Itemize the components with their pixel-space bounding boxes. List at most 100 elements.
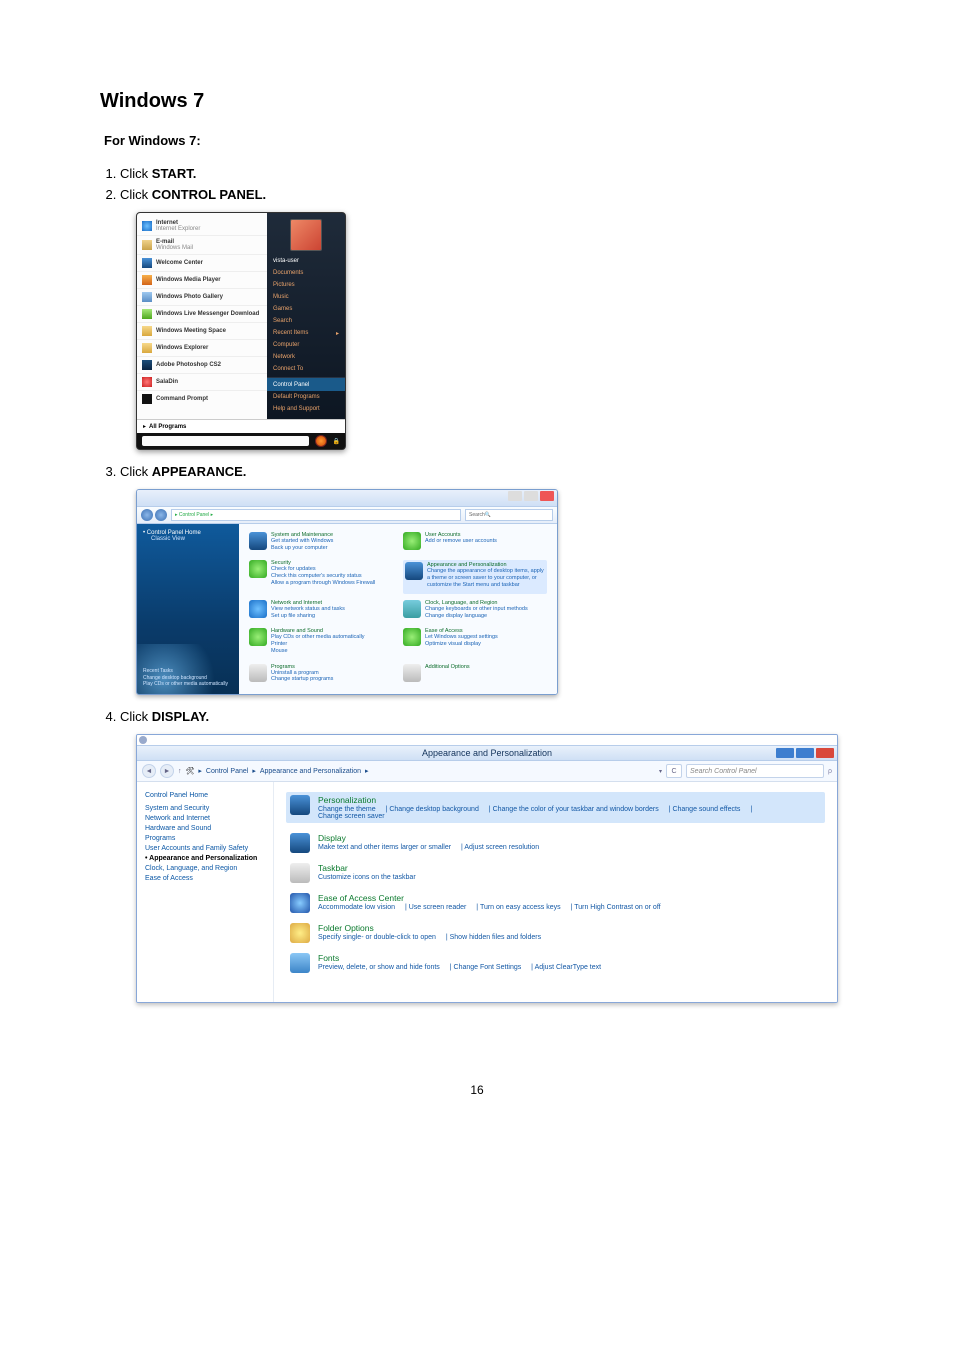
search-input[interactable]: Search 🔍 bbox=[465, 509, 553, 521]
ap-category[interactable]: Folder OptionsSpecify single- or double-… bbox=[290, 923, 821, 943]
breadcrumb-item[interactable]: Appearance and Personalization bbox=[260, 768, 361, 775]
search-input[interactable]: Search Control Panel bbox=[686, 764, 824, 778]
green-icon bbox=[249, 628, 267, 646]
step-4: Click DISPLAY. bbox=[120, 709, 854, 724]
ap-category[interactable]: Ease of Access CenterAccommodate low vis… bbox=[290, 893, 821, 913]
green-icon bbox=[249, 560, 267, 578]
nav-forward-icon[interactable]: ► bbox=[160, 764, 174, 778]
ap-category[interactable]: DisplayMake text and other items larger … bbox=[290, 833, 821, 853]
start-menu-item[interactable]: Windows Live Messenger Download bbox=[137, 306, 267, 323]
cp-category[interactable]: User AccountsAdd or remove user accounts bbox=[403, 532, 547, 554]
ps-icon bbox=[142, 360, 152, 370]
start-menu-item[interactable]: Command Prompt bbox=[137, 391, 267, 407]
monitor-icon bbox=[142, 258, 152, 268]
close-button[interactable] bbox=[816, 748, 834, 758]
start-menu-item[interactable]: Windows Photo Gallery bbox=[137, 289, 267, 306]
start-menu-right-item[interactable]: Network bbox=[267, 351, 345, 363]
sidebar-current[interactable]: Appearance and Personalization bbox=[145, 855, 265, 862]
cp-category[interactable]: Hardware and SoundPlay CDs or other medi… bbox=[249, 628, 393, 657]
sidebar-link[interactable]: System and Security bbox=[145, 805, 265, 812]
start-menu-right-item[interactable]: Recent Items ▸ bbox=[267, 327, 345, 339]
subheading: For Windows 7: bbox=[104, 133, 854, 148]
start-menu-right-item[interactable]: Documents bbox=[267, 267, 345, 279]
start-search-input[interactable] bbox=[142, 436, 309, 446]
maximize-button[interactable] bbox=[524, 491, 538, 501]
all-programs-item[interactable]: ▸ All Programs bbox=[137, 419, 345, 433]
cp-category[interactable]: SecurityCheck for updatesCheck this comp… bbox=[249, 560, 393, 593]
ap-category[interactable]: FontsPreview, delete, or show and hide f… bbox=[290, 953, 821, 973]
gray-icon bbox=[290, 863, 310, 883]
gray-icon bbox=[249, 664, 267, 682]
green-icon bbox=[403, 628, 421, 646]
address-bar[interactable]: ▸ Control Panel ▸ bbox=[171, 509, 461, 521]
start-menu-item[interactable]: InternetInternet Explorer bbox=[137, 217, 267, 236]
close-button[interactable] bbox=[540, 491, 554, 501]
sidebar-link[interactable]: Hardware and Sound bbox=[145, 825, 265, 832]
refresh-button[interactable]: C bbox=[666, 764, 682, 778]
control-panel-icon: 🛠 bbox=[186, 767, 195, 775]
start-menu-right-item[interactable]: Help and Support bbox=[267, 403, 345, 415]
sidebar-link[interactable]: Programs bbox=[145, 835, 265, 842]
blue-icon bbox=[290, 893, 310, 913]
nav-back-icon[interactable] bbox=[141, 509, 153, 521]
start-menu-username: vista-user bbox=[267, 255, 345, 267]
start-menu-screenshot: InternetInternet ExplorerE-mailWindows M… bbox=[136, 212, 346, 450]
sidebar-link[interactable]: Ease of Access bbox=[145, 875, 265, 882]
start-menu-right-item[interactable]: Games bbox=[267, 303, 345, 315]
start-menu-item[interactable]: Windows Meeting Space bbox=[137, 323, 267, 340]
monitor-icon bbox=[249, 532, 267, 550]
sidebar-home-link[interactable]: Control Panel Home bbox=[145, 792, 265, 799]
cp-category[interactable]: Ease of AccessLet Windows suggest settin… bbox=[403, 628, 547, 657]
nav-forward-icon[interactable] bbox=[155, 509, 167, 521]
start-menu-right-item[interactable]: Connect To bbox=[267, 363, 345, 375]
gray-icon bbox=[403, 664, 421, 682]
cp-sidebar-classic[interactable]: Classic View bbox=[151, 536, 185, 542]
globe-icon bbox=[142, 221, 152, 231]
cp-category[interactable]: ProgramsUninstall a programChange startu… bbox=[249, 664, 393, 686]
recent-task-link[interactable]: Play CDs or other media automatically bbox=[143, 681, 228, 688]
start-menu-right-item[interactable]: Search bbox=[267, 315, 345, 327]
recent-task-link[interactable]: Change desktop background bbox=[143, 675, 228, 682]
cp-category[interactable]: Appearance and PersonalizationChange the… bbox=[403, 560, 547, 593]
red-icon bbox=[142, 377, 152, 387]
monitor-icon bbox=[405, 562, 423, 580]
monitor-icon bbox=[290, 833, 310, 853]
ap-category[interactable]: PersonalizationChange the theme | Change… bbox=[286, 792, 825, 823]
start-menu-item[interactable]: Adobe Photoshop CS2 bbox=[137, 357, 267, 374]
minimize-button[interactable] bbox=[776, 748, 794, 758]
start-menu-right-item[interactable]: Music bbox=[267, 291, 345, 303]
folder-icon bbox=[142, 326, 152, 336]
sidebar-link[interactable]: Network and Internet bbox=[145, 815, 265, 822]
start-menu-item[interactable]: E-mailWindows Mail bbox=[137, 236, 267, 255]
lock-icon[interactable]: 🔒 bbox=[333, 438, 340, 445]
power-button-icon[interactable] bbox=[315, 435, 327, 447]
start-menu-right-item[interactable]: Pictures bbox=[267, 279, 345, 291]
ap-groups: PersonalizationChange the theme | Change… bbox=[274, 782, 837, 1002]
start-menu-right-item[interactable]: Control Panel bbox=[267, 377, 345, 391]
cp-sidebar: • Control Panel Home Classic View Recent… bbox=[137, 524, 239, 694]
start-menu-right-item[interactable]: Computer bbox=[267, 339, 345, 351]
breadcrumb-item[interactable]: Control Panel bbox=[206, 768, 248, 775]
arrow-right-icon: ▸ bbox=[143, 423, 146, 430]
cp-category[interactable]: Network and InternetView network status … bbox=[249, 600, 393, 622]
start-menu-right-item[interactable]: Default Programs bbox=[267, 391, 345, 403]
media-icon bbox=[142, 275, 152, 285]
start-menu-item[interactable]: Windows Media Player bbox=[137, 272, 267, 289]
cp-category[interactable]: Clock, Language, and RegionChange keyboa… bbox=[403, 600, 547, 622]
start-menu-item[interactable]: SalaDin bbox=[137, 374, 267, 391]
maximize-button[interactable] bbox=[796, 748, 814, 758]
msn-icon bbox=[142, 309, 152, 319]
start-menu-item[interactable]: Welcome Center bbox=[137, 255, 267, 272]
step-1: Click START. bbox=[120, 166, 854, 181]
sidebar-link[interactable]: Clock, Language, and Region bbox=[145, 865, 265, 872]
cp-category[interactable]: System and MaintenanceGet started with W… bbox=[249, 532, 393, 554]
cmd-icon bbox=[142, 394, 152, 404]
ap-category[interactable]: TaskbarCustomize icons on the taskbar bbox=[290, 863, 821, 883]
sidebar-link[interactable]: User Accounts and Family Safety bbox=[145, 845, 265, 852]
minimize-button[interactable] bbox=[508, 491, 522, 501]
photo-icon bbox=[142, 292, 152, 302]
start-menu-item[interactable]: Windows Explorer bbox=[137, 340, 267, 357]
cp-category[interactable]: Additional Options bbox=[403, 664, 547, 686]
nav-back-icon[interactable]: ◄ bbox=[142, 764, 156, 778]
up-icon[interactable]: ↑ bbox=[178, 768, 182, 775]
